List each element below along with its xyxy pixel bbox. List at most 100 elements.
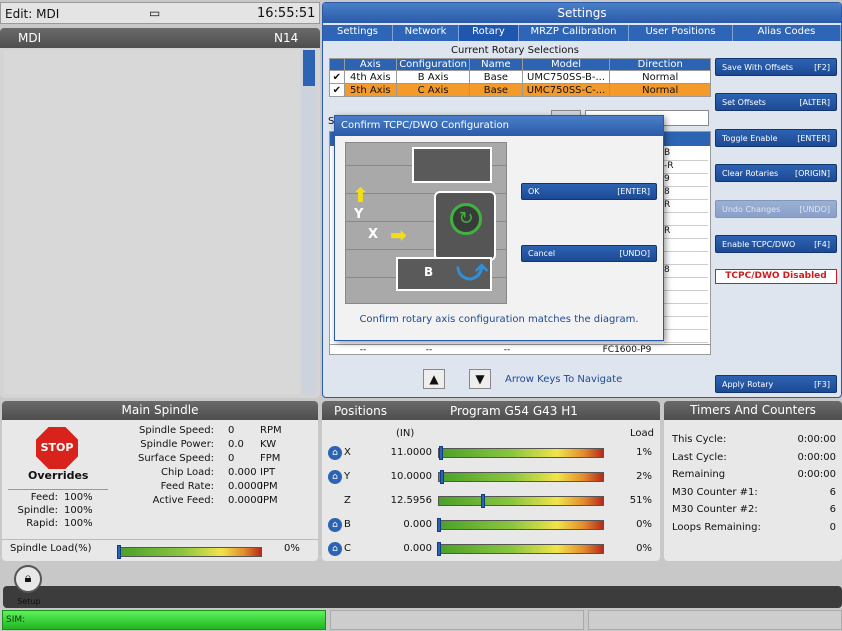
axis-label: C — [344, 543, 351, 554]
tab-network[interactable]: Network — [393, 25, 459, 41]
positions-load-header: Load — [630, 428, 654, 439]
mdi-line: N14 — [274, 31, 299, 45]
x-arrow-icon: ➡ — [390, 223, 407, 247]
ok-button[interactable]: OK [ENTER] — [521, 183, 657, 200]
positions-program: Program G54 G43 H1 — [450, 404, 578, 418]
timer-row: M30 Counter #2: 6 — [672, 504, 836, 522]
spindle-load-label: Spindle Load(%) — [10, 543, 92, 554]
timers-panel: Timers And Counters This Cycle: 0:00:00 La… — [664, 401, 842, 561]
setup-button[interactable]: 🔒︎ Setup — [14, 565, 44, 607]
bg-cell: -- — [503, 345, 511, 355]
timer-row: Last Cycle: 0:00:00 — [672, 452, 836, 470]
axis-load-thumb — [437, 542, 441, 556]
override-row: Feed: 100% — [8, 492, 108, 505]
btn-label: Toggle Enable — [722, 133, 778, 143]
mdi-editor[interactable] — [4, 50, 300, 394]
tab-user-positions[interactable]: User Positions — [629, 25, 733, 41]
bg-list-cell — [664, 213, 708, 226]
axis-load-thumb — [439, 446, 443, 460]
toggle-enable-button[interactable]: Toggle Enable [ENTER] — [715, 129, 837, 147]
bg-list-cell — [664, 317, 708, 330]
bg-list-cell — [664, 291, 708, 304]
load-thumb — [117, 545, 121, 559]
ok-label: OK — [528, 187, 540, 196]
enable-tcpc-button[interactable]: Enable TCPC/DWO [F4] — [715, 235, 837, 253]
set-offsets-button[interactable]: Set Offsets [ALTER] — [715, 93, 837, 111]
axis-label: X — [344, 447, 351, 458]
row-direction: Normal — [609, 83, 711, 97]
timers-title: Timers And Counters — [690, 403, 816, 417]
col-check — [329, 58, 345, 71]
down-arrow-button[interactable]: ▼ — [469, 369, 491, 389]
clear-rotaries-button[interactable]: Clear Rotaries [ORIGIN] — [715, 164, 837, 182]
cancel-key: [UNDO] — [619, 249, 650, 258]
bg-list-cell — [664, 252, 708, 265]
btn-key: [ALTER] — [799, 97, 830, 107]
timer-label: Last Cycle: — [672, 451, 727, 463]
stat-value: 0.0 — [228, 439, 244, 450]
tab-settings[interactable]: Settings — [323, 25, 393, 41]
override-label: Spindle: — [17, 505, 58, 516]
col-configuration: Configuration — [395, 58, 471, 71]
axis-label: Z — [344, 495, 351, 506]
timer-label: Remaining — [672, 469, 726, 480]
apply-rotary-button[interactable]: Apply Rotary [F3] — [715, 375, 837, 393]
axis-row: ⌂ X 11.0000 1% — [322, 446, 660, 462]
bg-list-cell: B — [664, 148, 708, 161]
timer-label: M30 Counter #1: — [672, 486, 758, 498]
bg-list-cell: 8 — [664, 265, 708, 278]
row-axis: 4th Axis — [343, 70, 397, 84]
settings-title: Settings — [557, 6, 607, 20]
bg-list-cell — [664, 239, 708, 252]
axis-label: B — [344, 519, 351, 530]
table-row[interactable]: ✔ 4th Axis B Axis Base UMC750SS-B-... No… — [329, 70, 711, 84]
cancel-button[interactable]: Cancel [UNDO] — [521, 245, 657, 262]
tab-alias-codes[interactable]: Alias Codes — [733, 25, 841, 41]
timer-row: M30 Counter #1: 6 — [672, 487, 836, 505]
axis-load-value: 0% — [636, 519, 652, 530]
timer-value: 0:00:00 — [797, 451, 836, 463]
axis-label: Y — [344, 471, 351, 482]
axis-load-thumb — [440, 470, 444, 484]
row-name: Base — [469, 70, 523, 84]
timer-row: Loops Remaining: 0 — [672, 522, 836, 540]
btn-key: [ORIGIN] — [795, 168, 830, 178]
home-icon: ⌂ — [328, 470, 342, 484]
axis-value: 12.5956 — [390, 495, 432, 506]
stat-unit: RPM — [260, 425, 282, 436]
y-arrow-icon: ⬆ — [352, 183, 369, 207]
bg-list-cell: -R — [664, 161, 708, 174]
axis-load-thumb — [481, 494, 485, 508]
table-row-selected[interactable]: ✔ 5th Axis C Axis Base UMC750SS-C-... No… — [329, 83, 711, 97]
row-check[interactable]: ✔ — [329, 83, 345, 97]
up-arrow-button[interactable]: ▲ — [423, 369, 445, 389]
stat-label: Surface Speed: — [138, 453, 214, 464]
tab-mrzp-calibration[interactable]: MRZP Calibration — [519, 25, 629, 41]
stat-value: 0.0000 — [228, 495, 263, 506]
bg-list-cell — [664, 304, 708, 317]
stat-value: 0.000 — [228, 467, 257, 478]
b-axis-rotate-icon: ⤻ — [456, 253, 489, 288]
dialog-message: Confirm rotary axis configuration matche… — [359, 314, 639, 325]
tab-rotary[interactable]: Rotary — [459, 25, 519, 41]
stat-label: Spindle Speed: — [139, 425, 214, 436]
save-with-offsets-button[interactable]: Save With Offsets [F2] — [715, 58, 837, 76]
mdi-scroll-thumb[interactable] — [303, 50, 315, 86]
override-label: Rapid: — [26, 518, 58, 529]
bg-cell-model: FC1600-P9 — [602, 345, 652, 355]
timers-header: Timers And Counters — [664, 401, 842, 420]
stop-label: STOP — [40, 441, 74, 454]
btn-label: Undo Changes — [722, 204, 781, 214]
col-model: Model — [521, 58, 611, 71]
status-slot-2 — [330, 610, 584, 630]
status-bar: SIM: — [2, 610, 326, 630]
col-axis: Axis — [343, 58, 397, 71]
override-value: 100% — [64, 505, 93, 516]
stat-unit: IPM — [260, 495, 278, 506]
axis-load-meter — [438, 446, 604, 460]
row-check[interactable]: ✔ — [329, 70, 345, 84]
spindle-stat-row: Chip Load: 0.000 IPT — [122, 467, 312, 481]
mdi-scrollbar[interactable] — [302, 50, 316, 394]
axis-value: 11.0000 — [390, 447, 432, 458]
undo-changes-button[interactable]: Undo Changes [UNDO] — [715, 200, 837, 218]
